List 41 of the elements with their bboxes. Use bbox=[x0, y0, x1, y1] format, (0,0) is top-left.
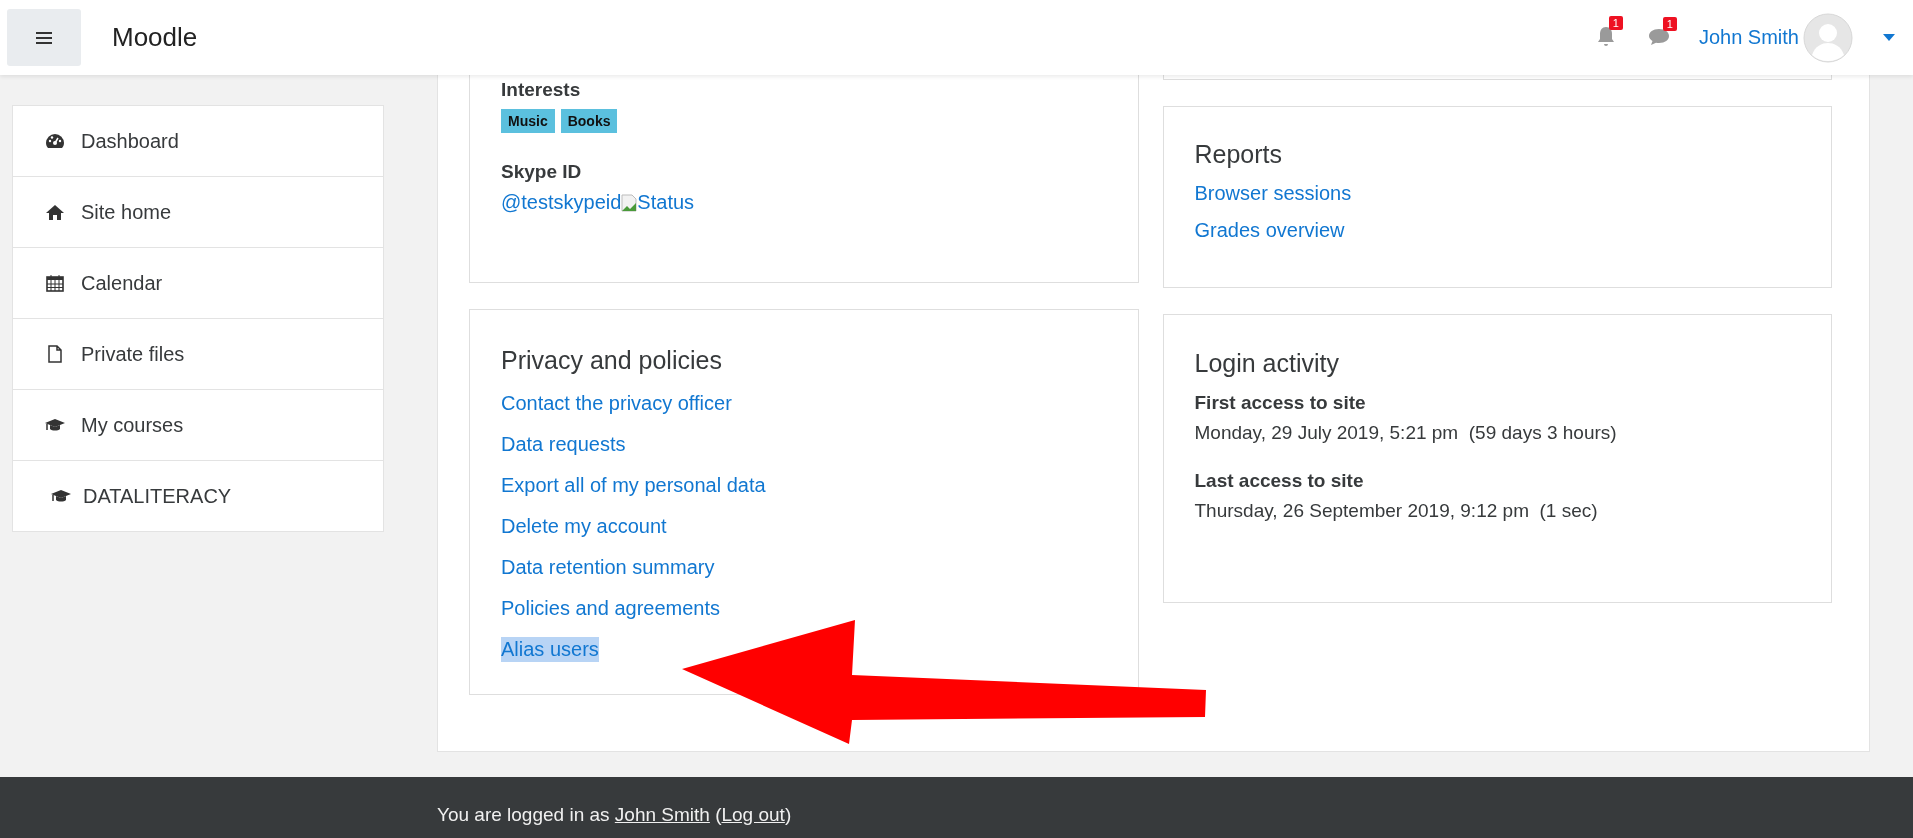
gauge-icon bbox=[45, 131, 65, 151]
card-title: Login activity bbox=[1194, 349, 1341, 378]
report-link[interactable]: Browser sessions bbox=[1194, 181, 1352, 206]
privacy-link[interactable]: Contact the privacy officer bbox=[501, 391, 732, 416]
privacy-link[interactable]: Delete my account bbox=[501, 514, 667, 539]
privacy-link[interactable]: Export all of my personal data bbox=[501, 473, 766, 498]
house-icon bbox=[45, 202, 65, 222]
image-alt-text: Status bbox=[637, 191, 695, 214]
field-label: Interests bbox=[501, 79, 582, 101]
card-title: Reports bbox=[1194, 140, 1284, 169]
field-label: First access to site bbox=[1194, 392, 1367, 414]
privacy-link[interactable]: Policies and agreements bbox=[501, 596, 720, 621]
sidebar-item[interactable]: Dashboard bbox=[13, 106, 383, 177]
login-status-text: You are logged in as John Smith (Log out) bbox=[437, 803, 792, 826]
privacy-link[interactable]: Alias users bbox=[501, 637, 599, 662]
interest-tag[interactable]: Books bbox=[560, 109, 618, 133]
field-value: Monday, 29 July 2019, 5:21 pm (59 days 3 hours) bbox=[1194, 422, 1618, 444]
privacy-link[interactable]: Data retention summary bbox=[501, 555, 715, 580]
user-name[interactable]: John Smith bbox=[1698, 26, 1799, 49]
interest-tag[interactable]: Music bbox=[501, 109, 555, 133]
field-label: Last access to site bbox=[1194, 470, 1365, 492]
calendar-icon bbox=[45, 273, 65, 293]
menu-button[interactable] bbox=[7, 9, 81, 66]
sidebar-item[interactable]: DATALITERACY bbox=[13, 461, 383, 531]
privacy-link[interactable]: Data requests bbox=[501, 432, 626, 457]
report-link[interactable]: Grades overview bbox=[1194, 218, 1345, 243]
broken-image-icon bbox=[621, 193, 638, 212]
skype-link[interactable]: @testskypeid bbox=[501, 191, 622, 214]
sidebar-item[interactable]: Calendar bbox=[13, 248, 383, 319]
caret-icon[interactable] bbox=[1883, 34, 1895, 41]
field-label: Skype ID bbox=[501, 161, 583, 183]
footer-link[interactable]: John Smith bbox=[614, 803, 710, 825]
site-name[interactable]: Moodle bbox=[112, 22, 198, 53]
sidebar-item[interactable]: Private files bbox=[13, 319, 383, 390]
sidebar-item[interactable]: Site home bbox=[13, 177, 383, 248]
field-value: Thursday, 26 September 2019, 9:12 pm (1 sec) bbox=[1194, 500, 1599, 522]
file-icon bbox=[45, 344, 65, 364]
footer-link[interactable]: Log out bbox=[721, 803, 785, 825]
card-title: Privacy and policies bbox=[501, 346, 723, 375]
sidebar-item[interactable]: My courses bbox=[13, 390, 383, 461]
menu-icon bbox=[36, 30, 52, 45]
